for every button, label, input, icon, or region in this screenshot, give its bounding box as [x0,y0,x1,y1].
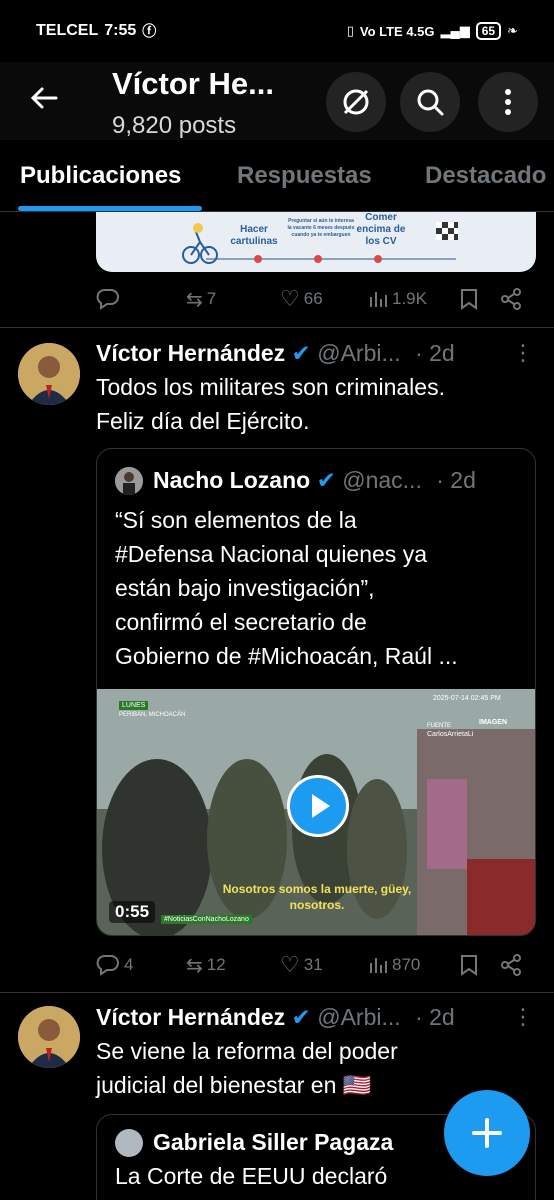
divider [0,327,554,328]
retweet-button[interactable]: ⇆ 12 [186,953,226,978]
tweet-more-icon[interactable]: ⋮ [512,340,534,366]
tweet-actions: 4 ⇆ 12 ♡ 31 870 [96,950,536,980]
tweet-more-icon[interactable]: ⋮ [512,1004,534,1030]
views-icon [370,958,387,973]
quote-avatar [115,467,143,495]
quoted-tweet[interactable]: Nacho Lozano ✔ @nac... · 2d “Sí son elem… [96,448,536,936]
video-source-name: CarlosArrietaLi [427,731,474,738]
heart-icon: ♡ [280,286,300,311]
share-button[interactable] [500,954,522,976]
views-button[interactable]: 1.9K [368,289,427,309]
share-button[interactable] [500,288,522,310]
video-tag-day: LUNES [119,701,149,710]
mute-button[interactable] [326,72,386,132]
bookmark-icon [461,289,477,310]
battery-icon: 65 [475,22,502,40]
tab-destacado[interactable]: Destacado [425,162,546,190]
video-duration: 0:55 [109,901,156,923]
posts-count: 9,820 posts [112,112,237,139]
search-icon [417,89,444,116]
video-subtitle: Nosotros somos la muerte, güey, nosotros… [222,882,412,912]
page-title: Víctor He... [112,66,274,101]
tweet-media-image[interactable]: Hacer cartulinas Preguntar si aún te int… [96,212,536,272]
like-button[interactable]: ♡ 66 [280,286,323,312]
card-label-2: Preguntar si aún te interesa la vacante … [287,218,355,238]
more-options-button[interactable] [478,72,538,132]
views-icon [370,292,387,307]
search-button[interactable] [400,72,460,132]
video-brand: IMAGEN [479,719,507,726]
avatar[interactable] [18,1006,80,1068]
retweet-icon: ⇆ [186,288,203,311]
card-label-1: Hacer cartulinas [230,224,278,247]
tweet-author[interactable]: Víctor Hernández ✔ @Arbi... · 2d [96,1004,455,1031]
reply-icon [96,289,119,310]
bookmark-button[interactable] [460,954,478,976]
video-tag-place: PERIBÁN, MICHOACÁN [119,712,186,718]
play-icon [312,794,330,818]
facebook-icon: ⓕ [142,23,157,39]
reply-button[interactable]: 4 [96,954,133,976]
quote-author: Gabriela Siller Pagaza [153,1129,394,1155]
tweet-author[interactable]: Víctor Hernández ✔ @Arbi... · 2d [96,340,455,367]
retweet-button[interactable]: ⇆ 7 [186,287,216,312]
video-timestamp: 2025-07-14 02:45 PM [433,695,501,702]
grok-icon [343,89,369,115]
network-label: Vo LTE 4.5G [359,23,435,39]
quote-avatar [115,1129,143,1157]
bookmark-button[interactable] [460,288,478,310]
carrier-label: TELCEL [36,22,99,39]
quote-text: La Corte de EEUU declaró [115,1163,388,1189]
tab-publicaciones[interactable]: Publicaciones [20,162,181,190]
reply-button[interactable] [96,288,124,310]
back-arrow-icon[interactable] [22,76,66,120]
bookmark-icon [461,955,477,976]
active-tab-indicator [18,206,202,211]
quote-author: Nacho Lozano ✔ @nac... · 2d [153,467,476,493]
video-source-label: FUENTE [427,723,451,729]
tweet-text: Todos los militares son criminales. Feli… [96,374,445,434]
compose-button[interactable] [444,1090,530,1176]
reply-icon [96,955,119,976]
plus-icon [472,1118,502,1148]
play-button[interactable] [287,775,349,837]
signal-icon: ▂▄▆ [440,23,470,38]
heart-icon: ♡ [280,952,300,977]
avatar[interactable] [18,343,80,405]
verified-badge-icon: ✔ [316,467,336,493]
retweet-icon: ⇆ [186,954,203,977]
share-icon [501,954,521,976]
quote-text: “Sí son elementos de la #Defensa Naciona… [115,507,458,669]
share-icon [501,288,521,310]
clock: 7:55 [104,22,137,39]
video-player[interactable]: LUNES PERIBÁN, MICHOACÁN 2025-07-14 02:4… [97,689,535,935]
like-button[interactable]: ♡ 31 [280,952,323,978]
profile-header: Víctor He... 9,820 posts [0,62,554,140]
verified-badge-icon: ✔ [291,340,311,366]
tweet-actions: ⇆ 7 ♡ 66 1.9K [96,284,536,314]
vibrate-icon: ▯ [346,23,354,38]
verified-badge-icon: ✔ [291,1004,311,1030]
tab-respuestas[interactable]: Respuestas [237,162,372,190]
views-button[interactable]: 870 [368,955,420,975]
leaf-icon: ❧ [507,23,518,38]
status-bar: TELCEL 7:55 ⓕ ▯ Vo LTE 4.5G ▂▄▆ 65 ❧ [0,0,554,62]
more-vertical-icon [505,89,511,115]
video-hashtag: #NoticiasConNachoLozano [161,915,252,924]
profile-tabs: Publicaciones Respuestas Destacado [0,140,554,212]
card-label-3: Comer encima de los CV [356,212,406,247]
divider [0,992,554,993]
